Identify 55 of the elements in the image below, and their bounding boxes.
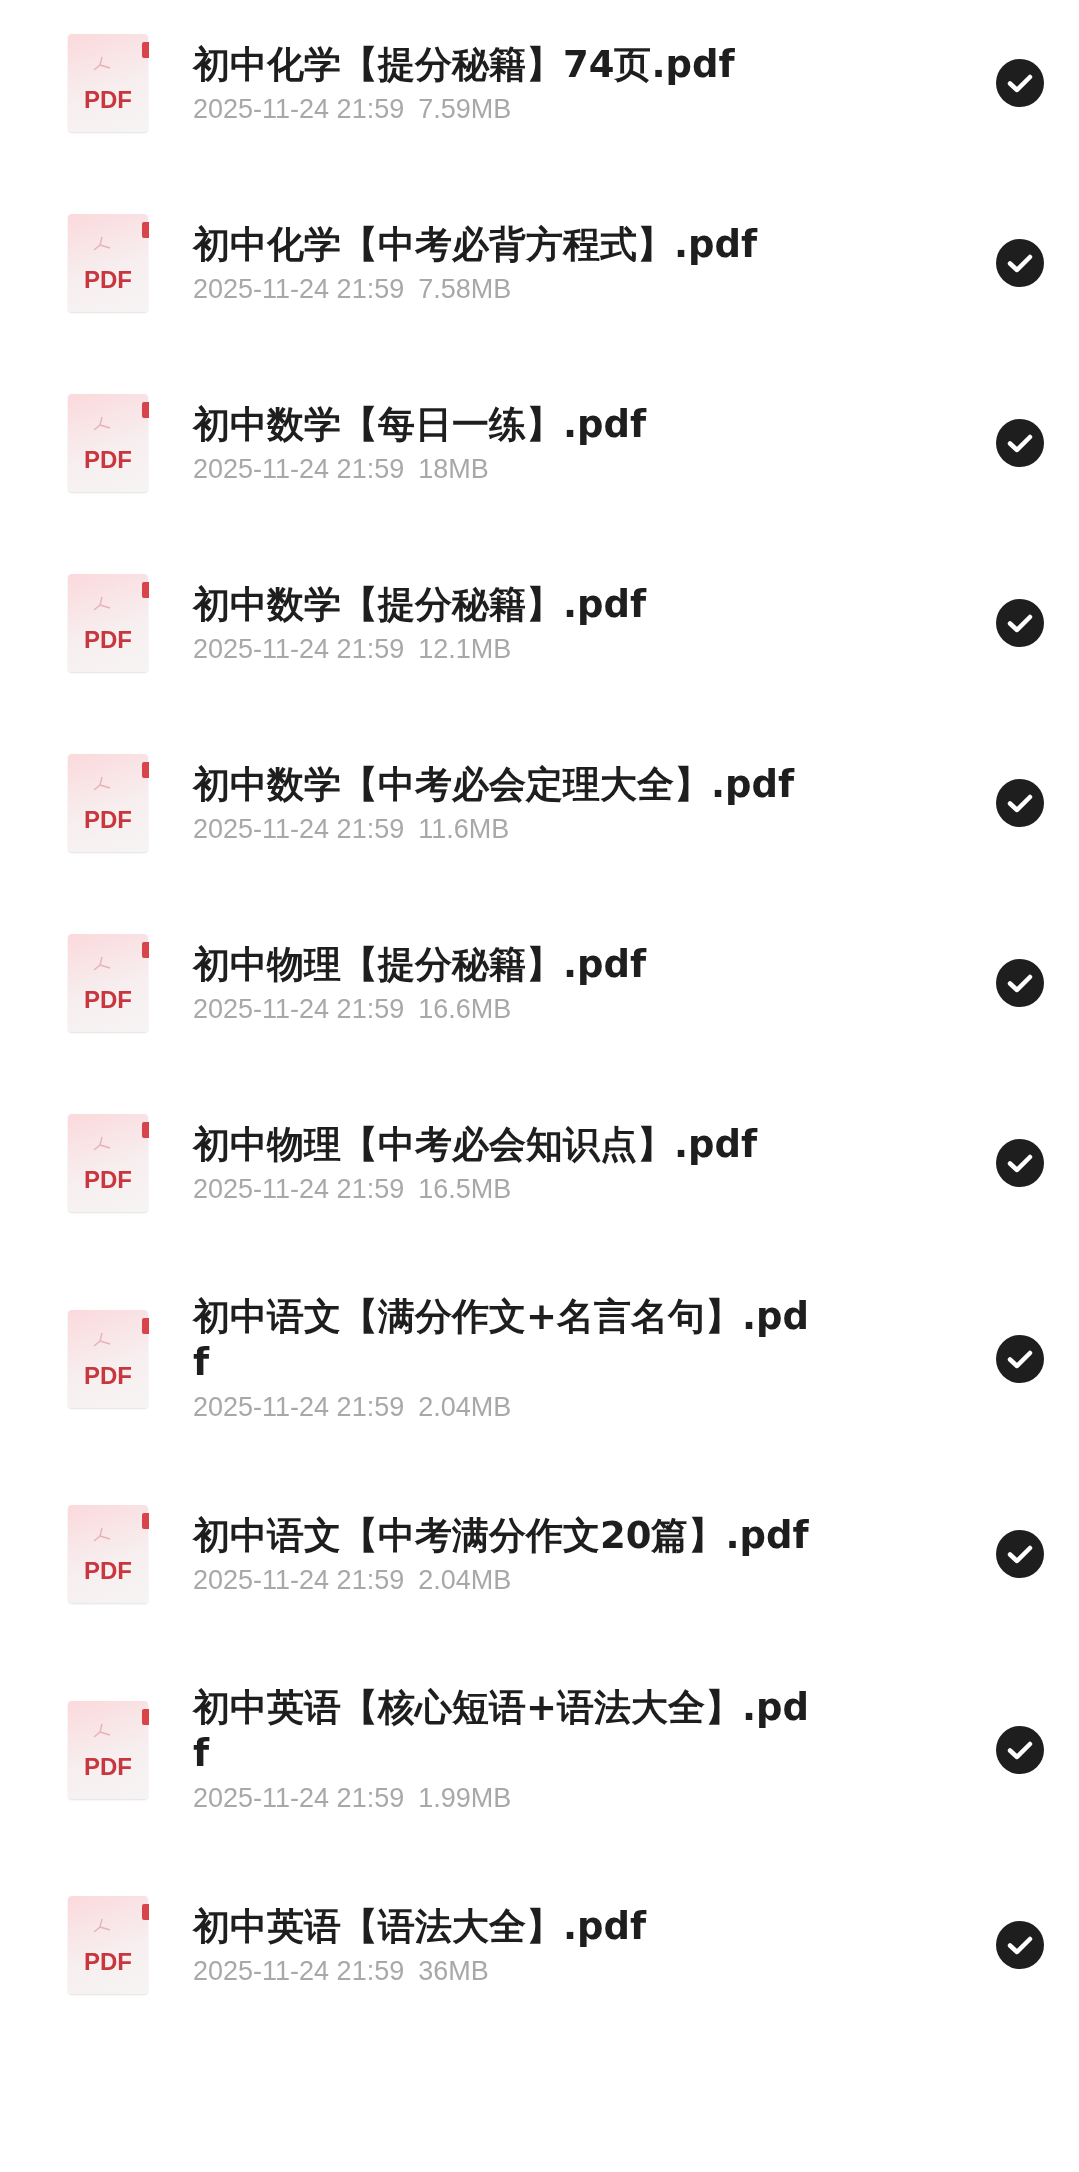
file-size: 12.1MB bbox=[418, 633, 512, 665]
file-name: 初中化学【中考必背方程式】.pdf bbox=[193, 221, 759, 268]
file-date: 2025-11-24 21:59 bbox=[193, 813, 405, 845]
file-size: 11.6MB bbox=[418, 813, 510, 845]
checkmark-icon[interactable] bbox=[995, 598, 1045, 648]
file-size: 2.04MB bbox=[418, 1392, 512, 1423]
pdf-file-icon: PDF bbox=[68, 394, 148, 492]
checkmark-icon[interactable] bbox=[995, 1529, 1045, 1579]
file-size: 16.6MB bbox=[418, 993, 512, 1025]
pdf-file-icon: PDF bbox=[68, 1896, 148, 1994]
file-size: 7.58MB bbox=[418, 273, 512, 305]
file-size: 2.04MB bbox=[418, 1564, 512, 1596]
pdf-file-icon: PDF bbox=[68, 574, 148, 672]
pdf-file-icon: PDF bbox=[68, 1700, 148, 1799]
file-name: 初中数学【中考必会定理大全】.pdf bbox=[193, 761, 796, 808]
checkmark-icon[interactable] bbox=[995, 778, 1045, 828]
file-size: 36MB bbox=[418, 1955, 489, 1987]
checkmark-icon[interactable] bbox=[995, 1138, 1045, 1188]
file-name: 初中语文【满分作文+名言名句】.pd f bbox=[193, 1294, 811, 1386]
file-size: 1.99MB bbox=[418, 1783, 512, 1814]
checkmark-icon[interactable] bbox=[995, 1724, 1045, 1775]
pdf-file-icon: PDF bbox=[68, 34, 148, 132]
file-date: 2025-11-24 21:59 bbox=[193, 93, 405, 125]
pdf-file-icon: PDF bbox=[68, 1114, 148, 1212]
file-date: 2025-11-24 21:59 bbox=[193, 633, 405, 665]
file-date: 2025-11-24 21:59 bbox=[193, 993, 405, 1025]
pdf-file-icon: PDF bbox=[68, 1505, 148, 1603]
checkmark-icon[interactable] bbox=[995, 58, 1045, 108]
file-name: 初中物理【中考必会知识点】.pdf bbox=[193, 1121, 759, 1168]
file-date: 2025-11-24 21:59 bbox=[193, 1392, 405, 1423]
file-name: 初中化学【提分秘籍】74页.pdf bbox=[193, 41, 736, 88]
file-date: 2025-11-24 21:59 bbox=[193, 1783, 405, 1814]
checkmark-icon[interactable] bbox=[995, 418, 1045, 468]
file-name: 初中语文【中考满分作文20篇】.pdf bbox=[193, 1512, 810, 1559]
checkmark-icon[interactable] bbox=[995, 1333, 1045, 1384]
file-date: 2025-11-24 21:59 bbox=[193, 273, 405, 305]
file-date: 2025-11-24 21:59 bbox=[193, 1564, 405, 1596]
file-size: 18MB bbox=[418, 453, 489, 485]
file-date: 2025-11-24 21:59 bbox=[193, 1173, 405, 1205]
file-name: 初中数学【每日一练】.pdf bbox=[193, 401, 648, 448]
file-date: 2025-11-24 21:59 bbox=[193, 1955, 405, 1987]
pdf-file-icon: PDF bbox=[68, 1309, 148, 1408]
pdf-file-icon: PDF bbox=[68, 214, 148, 312]
checkmark-icon[interactable] bbox=[995, 238, 1045, 288]
file-name: 初中物理【提分秘籍】.pdf bbox=[193, 941, 648, 988]
checkmark-icon[interactable] bbox=[995, 958, 1045, 1008]
file-size: 7.59MB bbox=[418, 93, 512, 125]
file-name: 初中英语【语法大全】.pdf bbox=[193, 1903, 648, 1950]
file-date: 2025-11-24 21:59 bbox=[193, 453, 405, 485]
pdf-file-icon: PDF bbox=[68, 934, 148, 1032]
file-name: 初中数学【提分秘籍】.pdf bbox=[193, 581, 648, 628]
file-size: 16.5MB bbox=[418, 1173, 512, 1205]
file-name: 初中英语【核心短语+语法大全】.pd f bbox=[193, 1685, 811, 1777]
checkmark-icon[interactable] bbox=[995, 1920, 1045, 1970]
pdf-file-icon: PDF bbox=[68, 754, 148, 852]
